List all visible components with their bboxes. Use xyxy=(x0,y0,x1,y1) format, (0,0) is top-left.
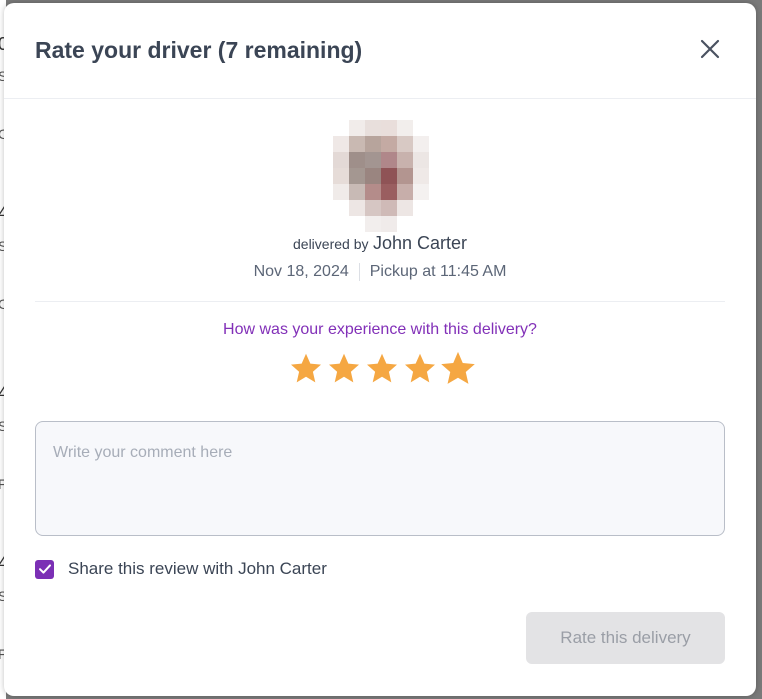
star-icon[interactable] xyxy=(325,351,363,387)
star-icon[interactable] xyxy=(287,351,325,387)
rate-driver-dialog: Rate your driver (7 remaining) delivered… xyxy=(4,3,756,696)
share-review-label: Share this review with John Carter xyxy=(68,559,327,578)
delivery-meta: Nov 18, 2024 Pickup at 11:45 AM xyxy=(4,263,756,281)
rate-delivery-button[interactable]: Rate this delivery xyxy=(526,612,725,664)
close-icon xyxy=(700,39,720,59)
rating-question: How was your experience with this delive… xyxy=(223,321,537,338)
star-icon[interactable] xyxy=(401,351,439,387)
driver-avatar xyxy=(333,120,429,232)
star-icon[interactable] xyxy=(439,349,477,389)
share-review-checkbox[interactable] xyxy=(35,559,54,579)
comment-input[interactable] xyxy=(35,421,725,536)
meta-divider xyxy=(358,263,360,281)
close-button[interactable] xyxy=(697,36,723,62)
dialog-title: Rate your driver (7 remaining) xyxy=(35,37,363,63)
dialog-header: Rate your driver (7 remaining) xyxy=(4,3,756,99)
share-review-option[interactable]: Share this review with John Carter xyxy=(35,559,327,579)
section-divider xyxy=(35,301,725,302)
pickup-time: Pickup at 11:45 AM xyxy=(369,263,507,281)
star-icon[interactable] xyxy=(363,351,401,387)
delivery-date: Nov 18, 2024 xyxy=(253,263,349,281)
driver-name: John Carter xyxy=(372,233,467,253)
checkmark-icon xyxy=(38,564,51,574)
delivered-by-line: delivered by John Carter xyxy=(4,233,756,254)
star-rating xyxy=(287,349,477,389)
delivered-by-label: delivered by xyxy=(293,236,369,252)
